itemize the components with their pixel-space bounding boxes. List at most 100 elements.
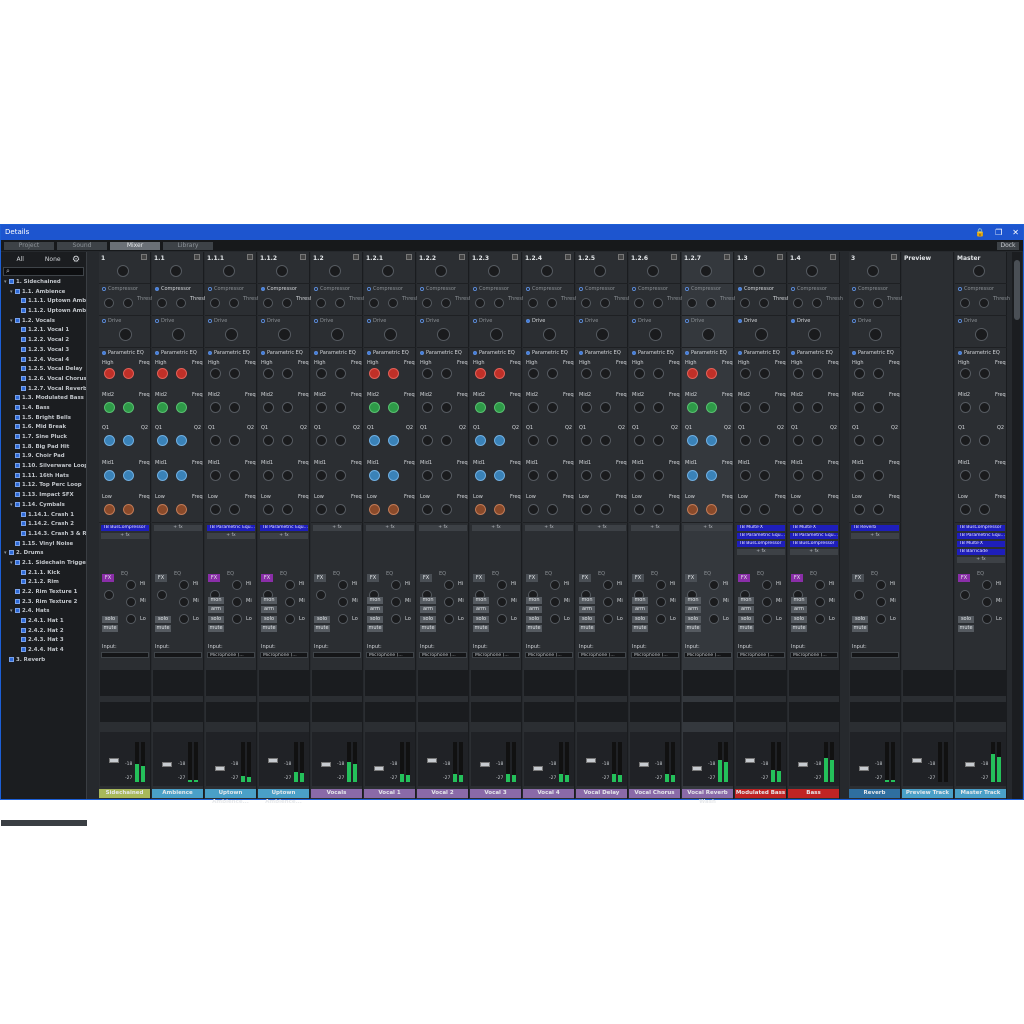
checkbox[interactable] [21,337,26,343]
add-fx-button[interactable]: + fx [313,525,361,531]
arm-button[interactable]: arm [261,606,277,613]
knob[interactable] [497,580,507,590]
knob[interactable] [634,504,645,515]
knob[interactable] [170,265,182,277]
volume-fader[interactable] [109,758,119,763]
knob[interactable] [157,298,167,308]
add-fx-button[interactable]: + fx [957,557,1005,563]
knob[interactable] [263,298,273,308]
checkbox[interactable] [15,434,20,439]
knob[interactable] [960,470,971,481]
input-select[interactable]: Microphone (... [472,652,520,658]
checkbox[interactable] [21,511,26,517]
tree-item[interactable]: 3. Reverb [1,656,86,666]
checkbox[interactable] [21,366,26,372]
drive-power-button[interactable] [473,319,477,323]
knob[interactable] [550,597,560,607]
monitor-button[interactable]: mon [526,597,542,604]
fx-toggle-button[interactable]: FX [473,574,485,582]
checkbox[interactable] [15,482,20,488]
knob[interactable] [441,368,452,379]
knob[interactable] [979,368,990,379]
mute-button[interactable]: mute [526,625,542,632]
knob[interactable] [812,435,823,446]
fx-slot[interactable]: TB Parametric Equ... [790,533,838,539]
knob[interactable] [475,470,486,481]
tree-item[interactable]: 2.3. Rim Texture 2 [1,598,86,608]
knob[interactable] [687,504,698,515]
knob[interactable] [854,590,864,600]
knob[interactable] [960,298,970,308]
tree-item[interactable]: 1.4. Bass [1,404,86,414]
knob[interactable] [263,402,274,413]
compressor-power-button[interactable] [208,287,212,291]
tree-item[interactable]: 2.4.1. Hat 1 [1,617,86,627]
knob[interactable] [812,402,823,413]
knob[interactable] [335,368,346,379]
knob[interactable] [369,435,380,446]
knob[interactable] [229,504,240,515]
knob[interactable] [391,614,401,624]
mute-button[interactable]: mute [473,625,489,632]
solo-button[interactable]: solo [579,616,595,623]
knob[interactable] [706,368,717,379]
input-select[interactable]: Microphone (... [684,652,732,658]
drive-power-button[interactable] [958,319,962,323]
knob[interactable] [581,368,592,379]
checkbox[interactable] [15,395,20,401]
knob[interactable] [388,435,399,446]
knob[interactable] [422,368,433,379]
fx-toggle-button[interactable]: FX [632,574,644,582]
add-fx-button[interactable]: + fx [260,533,308,539]
knob[interactable] [316,504,327,515]
drive-power-button[interactable] [155,319,159,323]
solo-button[interactable]: solo [314,616,330,623]
tree-item[interactable]: 1.3. Modulated Bass [1,394,86,404]
tree-item[interactable]: 1.9. Choir Pad [1,452,86,462]
knob[interactable] [126,597,136,607]
mute-button[interactable]: mute [738,625,754,632]
checkbox[interactable] [15,317,20,323]
input-select[interactable] [313,652,361,658]
knob[interactable] [600,402,611,413]
knob[interactable] [329,265,341,277]
knob[interactable] [335,435,346,446]
strip-options-button[interactable] [618,254,624,260]
tree-item[interactable]: 1.14.1. Crash 1 [1,511,86,521]
knob[interactable] [338,614,348,624]
knob[interactable] [388,298,398,308]
checkbox[interactable] [15,540,20,546]
knob[interactable] [759,435,770,446]
knob[interactable] [793,504,804,515]
knob[interactable] [876,614,886,624]
knob[interactable] [179,580,189,590]
knob[interactable] [497,614,507,624]
knob[interactable] [422,470,433,481]
knob[interactable] [422,298,432,308]
fx-slot[interactable]: TB Barricade [957,549,1005,555]
knob[interactable] [973,265,985,277]
monitor-button[interactable]: mon [579,597,595,604]
tree-item[interactable]: 2.4.2. Hat 2 [1,627,86,637]
knob[interactable] [634,470,645,481]
fx-toggle-button[interactable]: FX [738,574,750,582]
input-select[interactable]: Microphone (... [790,652,838,658]
volume-fader[interactable] [912,758,922,763]
knob[interactable] [547,402,558,413]
mute-button[interactable]: mute [579,625,595,632]
knob[interactable] [157,435,168,446]
fx-slot[interactable]: TB Parametric Equ... [737,533,785,539]
solo-button[interactable]: solo [791,616,807,623]
knob[interactable] [740,298,750,308]
input-select[interactable] [101,652,149,658]
track-name[interactable]: Vocal 2 [417,789,468,798]
knob[interactable] [104,368,115,379]
knob[interactable] [960,504,971,515]
knob[interactable] [490,328,503,341]
tree-item[interactable]: 1.2.7. Vocal Reverb ... [1,385,86,395]
drive-power-button[interactable] [791,319,795,323]
knob[interactable] [815,580,825,590]
knob[interactable] [687,368,698,379]
track-name[interactable]: Preview Track [902,789,953,798]
mute-button[interactable]: mute [685,625,701,632]
